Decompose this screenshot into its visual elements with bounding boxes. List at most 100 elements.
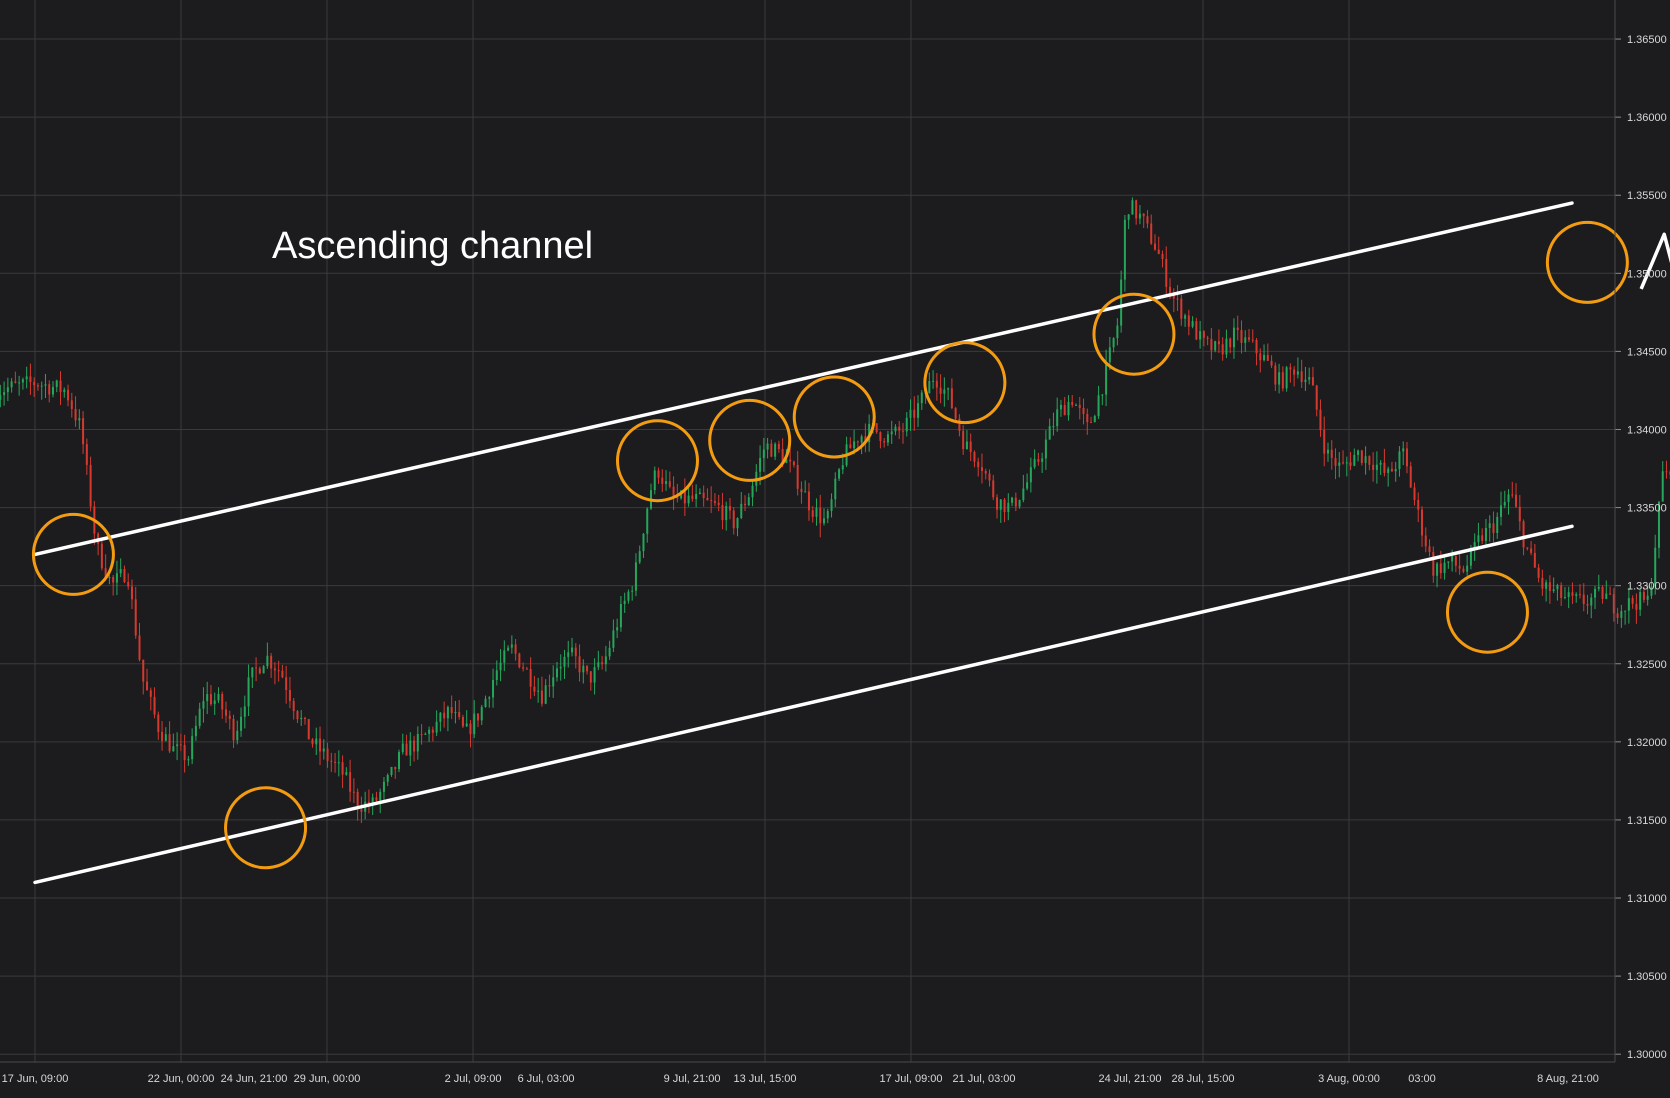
candle-body: [149, 690, 152, 697]
candle-body: [593, 667, 596, 683]
candle-body: [646, 508, 649, 534]
candle-body: [537, 690, 540, 692]
candle-body: [510, 644, 513, 648]
candle-body: [928, 381, 931, 394]
chart-background: [0, 0, 1670, 1093]
candle-body: [25, 376, 28, 380]
candle-body: [1093, 416, 1096, 423]
candle-body: [883, 441, 886, 443]
candle-body: [1225, 338, 1228, 355]
candle-body: [1357, 450, 1360, 455]
candle-body: [1033, 459, 1036, 468]
candle-body: [571, 647, 574, 653]
candle-body: [161, 731, 164, 741]
candle-body: [48, 384, 51, 395]
candle-body: [548, 685, 551, 687]
candle-body: [913, 409, 916, 418]
candle-body: [428, 729, 431, 734]
candle-body: [1236, 327, 1239, 331]
candle-body: [1270, 360, 1273, 366]
candle-body: [82, 418, 85, 445]
candle-body: [311, 739, 314, 745]
candle-body: [40, 385, 43, 387]
candle-body: [85, 444, 88, 465]
candle-body: [717, 502, 720, 506]
candle-body: [258, 668, 261, 674]
candle-body: [1530, 548, 1533, 553]
y-tick-label: 1.32000: [1627, 737, 1667, 749]
candle-body: [349, 772, 352, 792]
chart-title: Ascending channel: [272, 225, 593, 267]
candle-body: [1503, 501, 1506, 506]
x-tick-label: 28 Jul, 15:00: [1172, 1073, 1235, 1085]
candle-body: [815, 507, 818, 517]
candle-body: [198, 708, 201, 726]
x-tick-label: 21 Jul, 03:00: [953, 1073, 1016, 1085]
candle-body: [401, 743, 404, 753]
candle-body: [1202, 331, 1205, 338]
candle-body: [977, 461, 980, 468]
candle-body: [1620, 611, 1623, 618]
candle-body: [127, 582, 130, 587]
candle-body: [909, 409, 912, 418]
candle-body: [1436, 563, 1439, 576]
candle-body: [1323, 430, 1326, 454]
candle-body: [1571, 592, 1574, 596]
candle-body: [394, 766, 397, 770]
candle-body: [965, 441, 968, 450]
candle-body: [1003, 499, 1006, 513]
candle-body: [382, 781, 385, 792]
y-tick-label: 1.33000: [1627, 581, 1667, 593]
candle-body: [1308, 377, 1311, 380]
candle-body: [996, 497, 999, 510]
candle-body: [1364, 456, 1367, 463]
candle-body: [1304, 379, 1307, 383]
candle-body: [435, 721, 438, 733]
candle-body: [224, 709, 227, 716]
candle-body: [1029, 467, 1032, 483]
candle-body: [142, 659, 145, 682]
candle-body: [476, 713, 479, 721]
candle-body: [514, 644, 517, 654]
candle-body: [1285, 367, 1288, 389]
candle-body: [540, 690, 543, 704]
candle-body: [405, 743, 408, 756]
candle-body: [273, 668, 276, 671]
candle-body: [1041, 458, 1044, 462]
candle-body: [1274, 365, 1277, 385]
x-tick-label: 29 Jun, 00:00: [294, 1073, 361, 1085]
y-tick-label: 1.31500: [1627, 815, 1667, 827]
candle-body: [424, 733, 427, 735]
candle-body: [285, 677, 288, 690]
candle-body: [1394, 468, 1397, 472]
candle-body: [894, 426, 897, 432]
candle-body: [943, 389, 946, 394]
candle-body: [1101, 394, 1104, 396]
candle-body: [676, 497, 679, 499]
candle-body: [187, 759, 190, 761]
candle-body: [1594, 588, 1597, 598]
candle-body: [1578, 594, 1581, 596]
candle-body: [1311, 377, 1314, 386]
y-tick-label: 1.30000: [1627, 1049, 1667, 1061]
candle-body: [1232, 327, 1235, 348]
candle-body: [492, 679, 495, 698]
candle-body: [1586, 603, 1589, 606]
candle-body: [702, 492, 705, 498]
candle-body: [762, 449, 765, 459]
candle-body: [1120, 279, 1123, 326]
x-tick-label: 9 Jul, 21:00: [664, 1073, 721, 1085]
candle-body: [473, 713, 476, 735]
candle-body: [1492, 523, 1495, 533]
candle-body: [529, 669, 532, 687]
candle-body: [728, 506, 731, 511]
candle-body: [44, 384, 47, 386]
candle-body: [950, 388, 953, 409]
candle-body: [119, 569, 122, 574]
candle-body: [1078, 404, 1081, 408]
candle-body: [875, 423, 878, 433]
candle-body: [969, 441, 972, 453]
candle-body: [777, 443, 780, 449]
candle-body: [431, 729, 434, 733]
candle-body: [1180, 298, 1183, 319]
